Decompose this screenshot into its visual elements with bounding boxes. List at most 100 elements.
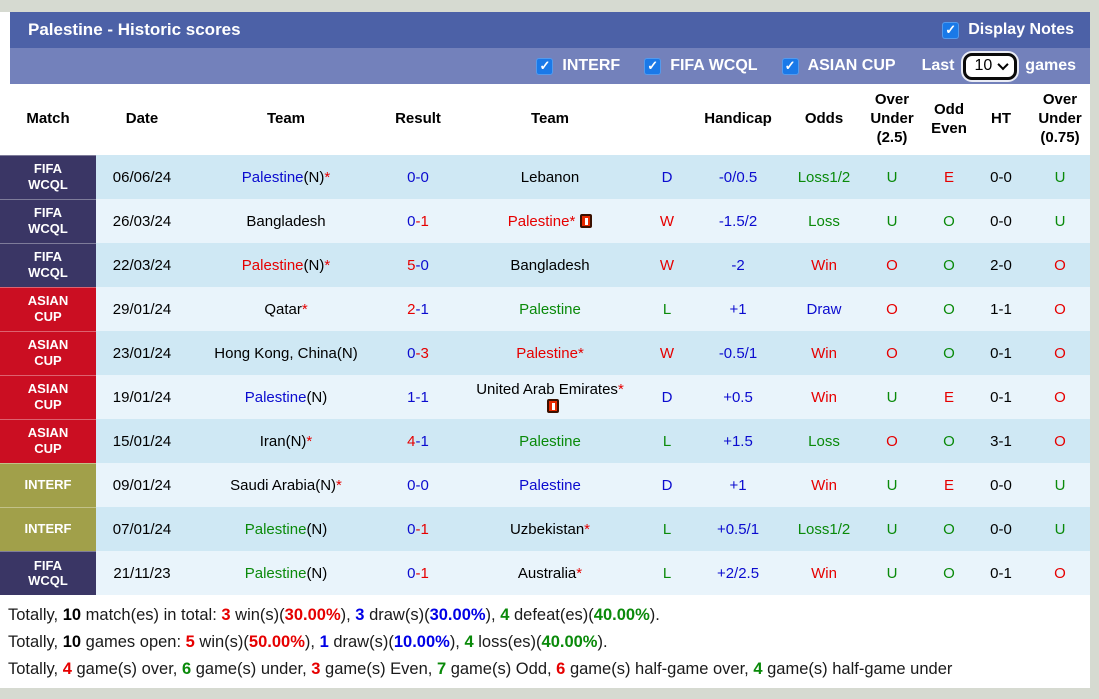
away-team-link[interactable]: Palestine bbox=[519, 301, 581, 318]
ht-cell: 0-0 bbox=[972, 463, 1030, 507]
note-asterisk: * bbox=[577, 344, 584, 362]
fifa-wcql-checkbox[interactable]: ✓ bbox=[644, 57, 662, 75]
date-cell: 29/01/24 bbox=[96, 287, 188, 331]
table-row: FIFA WCQL 22/03/24 Palestine(N)* 5-0 Banglad… bbox=[0, 242, 1090, 287]
home-team-link[interactable]: Palestine bbox=[242, 169, 304, 186]
home-team: Palestine(N)* bbox=[188, 155, 384, 199]
home-team-link[interactable]: Palestine bbox=[242, 257, 304, 274]
away-team-link[interactable]: United Arab Emirates bbox=[476, 381, 618, 398]
home-team-link[interactable]: Saudi Arabia bbox=[230, 477, 315, 494]
away-team: Bangladesh bbox=[452, 243, 648, 287]
column-header-odd: Odd Even bbox=[926, 84, 972, 155]
note-asterisk: * bbox=[306, 432, 313, 450]
note-asterisk: * bbox=[301, 300, 308, 318]
result-cell: 0-1 bbox=[384, 507, 452, 551]
home-team-link[interactable]: Palestine bbox=[245, 521, 307, 538]
note-asterisk: * bbox=[336, 476, 342, 494]
last-games-value: 10 bbox=[974, 57, 993, 74]
odd-even-cell: O bbox=[926, 419, 972, 463]
match-type-cell: ASIAN CUP bbox=[0, 418, 96, 463]
handicap-cell: +1 bbox=[686, 287, 790, 331]
display-notes-checkbox[interactable]: ✓ bbox=[942, 21, 960, 39]
home-team: Palestine(N) bbox=[188, 551, 384, 595]
handicap-cell: -2 bbox=[686, 243, 790, 287]
odds-cell: Win bbox=[790, 551, 858, 595]
away-team-link[interactable]: Uzbekistan bbox=[510, 521, 584, 538]
ht-cell: 0-1 bbox=[972, 331, 1030, 375]
neutral-venue-marker: (N) bbox=[303, 256, 325, 274]
away-team-link[interactable]: Lebanon bbox=[521, 169, 579, 186]
home-team-link[interactable]: Palestine bbox=[245, 565, 307, 582]
home-team-link[interactable]: Hong Kong, China bbox=[214, 345, 337, 362]
red-card-icon bbox=[546, 398, 559, 413]
away-team-link[interactable]: Palestine bbox=[508, 213, 570, 230]
result-cell: 0-3 bbox=[384, 331, 452, 375]
neutral-venue-marker: (N) bbox=[306, 388, 328, 406]
away-team: United Arab Emirates* bbox=[452, 375, 648, 419]
match-type-cell: FIFA WCQL bbox=[0, 550, 96, 595]
totals-line: Totally, 10 match(es) in total: 3 win(s)… bbox=[8, 606, 660, 624]
away-team: Lebanon bbox=[452, 155, 648, 199]
home-team: Saudi Arabia(N)* bbox=[188, 463, 384, 507]
neutral-venue-marker: (N) bbox=[303, 168, 325, 186]
table-row: FIFA WCQL 21/11/23 Palestine(N) 0-1 Australi… bbox=[0, 550, 1090, 595]
odds-cell: Win bbox=[790, 463, 858, 507]
outcome-cell: W bbox=[648, 199, 686, 243]
over-under-0-75-cell: O bbox=[1030, 287, 1090, 331]
neutral-venue-marker: (N) bbox=[285, 432, 307, 450]
result-cell: 0-1 bbox=[384, 199, 452, 243]
away-team-link[interactable]: Bangladesh bbox=[510, 257, 589, 274]
over-under-0-75-cell: O bbox=[1030, 419, 1090, 463]
home-team-link[interactable]: Bangladesh bbox=[246, 213, 325, 230]
note-asterisk: * bbox=[324, 256, 331, 274]
away-team-link[interactable]: Palestine bbox=[516, 345, 578, 362]
outcome-cell: L bbox=[648, 419, 686, 463]
odds-cell: Win bbox=[790, 243, 858, 287]
match-type-cell: FIFA WCQL bbox=[0, 198, 96, 243]
last-games-select[interactable]: 10 bbox=[962, 52, 1018, 80]
interf-checkbox[interactable]: ✓ bbox=[536, 57, 554, 75]
over-under-2-5-cell: U bbox=[858, 507, 926, 551]
last-label: Last bbox=[921, 57, 955, 74]
column-header-over: Over Under (0.75) bbox=[1030, 84, 1090, 155]
over-under-2-5-cell: U bbox=[858, 463, 926, 507]
display-notes-group: ✓ Display Notes bbox=[942, 21, 1074, 39]
odds-cell: Loss bbox=[790, 199, 858, 243]
home-team-link[interactable]: Iran bbox=[260, 433, 286, 450]
away-team: Palestine bbox=[452, 287, 648, 331]
over-under-2-5-cell: U bbox=[858, 375, 926, 419]
page-title: Palestine - Historic scores bbox=[28, 20, 241, 39]
home-team-link[interactable]: Palestine bbox=[245, 389, 307, 406]
result-cell: 0-0 bbox=[384, 155, 452, 199]
over-under-0-75-cell: U bbox=[1030, 463, 1090, 507]
over-under-2-5-cell: U bbox=[858, 199, 926, 243]
column-header-odds: Odds bbox=[790, 84, 858, 155]
odds-cell: Loss bbox=[790, 419, 858, 463]
fifa-wcql-label: FIFA WCQL bbox=[670, 57, 758, 74]
ht-cell: 0-0 bbox=[972, 155, 1030, 199]
note-asterisk: * bbox=[569, 212, 576, 230]
ht-cell: 2-0 bbox=[972, 243, 1030, 287]
home-team-link[interactable]: Qatar bbox=[264, 301, 302, 318]
away-team-link[interactable]: Palestine bbox=[519, 433, 581, 450]
handicap-cell: -1.5/2 bbox=[686, 199, 790, 243]
date-cell: 22/03/24 bbox=[96, 243, 188, 287]
ht-cell: 0-0 bbox=[972, 507, 1030, 551]
ht-cell: 0-1 bbox=[972, 551, 1030, 595]
ht-cell: 0-1 bbox=[972, 375, 1030, 419]
odd-even-cell: O bbox=[926, 507, 972, 551]
match-type-cell: ASIAN CUP bbox=[0, 286, 96, 331]
away-team-link[interactable]: Palestine bbox=[519, 477, 581, 494]
match-type-cell: INTERF bbox=[0, 462, 96, 507]
asian-cup-checkbox[interactable]: ✓ bbox=[781, 57, 799, 75]
date-cell: 26/03/24 bbox=[96, 199, 188, 243]
outcome-cell: W bbox=[648, 331, 686, 375]
neutral-venue-marker: (N) bbox=[315, 476, 337, 494]
match-type-cell: FIFA WCQL bbox=[0, 154, 96, 199]
totals-line: Totally, 4 game(s) over, 6 game(s) under… bbox=[8, 660, 953, 678]
result-cell: 0-1 bbox=[384, 551, 452, 595]
over-under-0-75-cell: O bbox=[1030, 551, 1090, 595]
filter-asian-cup: ✓ ASIAN CUP bbox=[781, 57, 896, 75]
table-row: ASIAN CUP 23/01/24 Hong Kong, China(N) 0-3 P… bbox=[0, 330, 1090, 375]
away-team-link[interactable]: Australia bbox=[518, 565, 576, 582]
